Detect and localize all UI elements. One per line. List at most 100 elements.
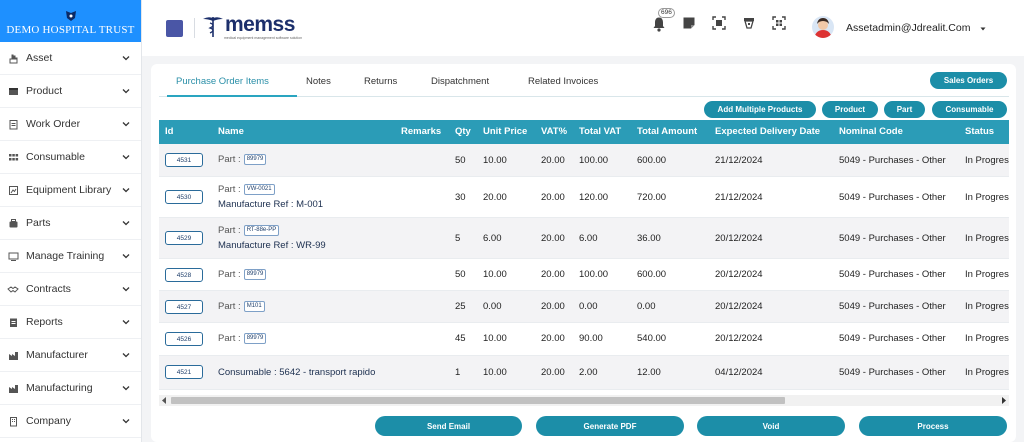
vat-percent: 20.00 <box>541 233 565 244</box>
horizontal-scrollbar[interactable] <box>159 395 1009 406</box>
barcode-scan-icon[interactable] <box>772 16 788 32</box>
sidebar-item-manage-training[interactable]: Manage Training <box>0 240 141 273</box>
column-header[interactable]: Total Amount <box>637 126 697 137</box>
column-header[interactable]: Name <box>218 126 244 137</box>
sidebar-item-label: Parts <box>26 217 51 229</box>
item-id-button[interactable]: 4530 <box>165 190 203 204</box>
nominal-code: 5049 - Purchases - Other <box>839 155 946 166</box>
item-id-button[interactable]: 4531 <box>165 153 203 167</box>
send-email-button[interactable]: Send Email <box>375 416 522 436</box>
scrollbar-thumb[interactable] <box>171 397 785 404</box>
process-button[interactable]: Process <box>859 416 1007 436</box>
sales-orders-button[interactable]: Sales Orders <box>930 72 1007 89</box>
add-multiple-products-button[interactable]: Add Multiple Products <box>704 101 816 118</box>
column-header[interactable]: Status <box>965 126 994 137</box>
column-header[interactable]: VAT% <box>541 126 567 137</box>
tab-purchase-order-items[interactable]: Purchase Order Items <box>176 76 269 87</box>
tab-returns[interactable]: Returns <box>364 76 397 87</box>
total-amount: 600.00 <box>637 269 667 280</box>
app-logo[interactable]: memss medical equipment management softw… <box>202 14 302 40</box>
item-id-button[interactable]: 4527 <box>165 300 203 314</box>
total-vat: 100.00 <box>579 155 609 166</box>
status: In Progress <box>965 269 1009 280</box>
factory-icon <box>6 381 20 395</box>
scroll-right-icon[interactable] <box>1000 396 1008 405</box>
brand-header[interactable]: DEMO HOSPITAL TRUST <box>0 0 141 42</box>
tab-related-invoices[interactable]: Related Invoices <box>528 76 598 87</box>
user-avatar[interactable] <box>812 16 834 38</box>
sidebar-item-consumable[interactable]: Consumable <box>0 141 141 174</box>
column-header[interactable]: Expected Delivery Date <box>715 126 820 137</box>
vat-percent: 20.00 <box>541 301 565 312</box>
add-part-button[interactable]: Part <box>884 101 925 118</box>
sidebar-item-manufacturer[interactable]: Manufacturer <box>0 339 141 372</box>
item-name: Part :89979 <box>218 154 267 165</box>
sidebar-item-manufacturing[interactable]: Manufacturing <box>0 372 141 405</box>
item-code-tag[interactable]: 89979 <box>243 269 267 280</box>
column-header[interactable]: Remarks <box>401 126 441 137</box>
table-row[interactable]: 4521 Consumable : 5642 - transport rapid… <box>159 356 1009 390</box>
table-row[interactable]: 4528 Part :89979 50 10.00 20.00 100.00 6… <box>159 259 1009 291</box>
generate-pdf-button[interactable]: Generate PDF <box>536 416 684 436</box>
qr-scan-icon[interactable] <box>712 16 728 32</box>
item-name: Part : M101 <box>218 301 265 312</box>
item-id-button[interactable]: 4528 <box>165 268 203 282</box>
table-row[interactable]: 4531 Part :89979 50 10.00 20.00 100.00 6… <box>159 144 1009 177</box>
vat-percent: 20.00 <box>541 155 565 166</box>
add-consumable-button[interactable]: Consumable <box>932 101 1007 118</box>
logo-tagline: medical equipment management software so… <box>224 36 303 40</box>
table-row[interactable]: 4527 Part : M101 25 0.00 20.00 0.00 0.00 … <box>159 291 1009 323</box>
total-vat: 0.00 <box>579 301 598 312</box>
table-row[interactable]: 4529 Part : RT-88e-PP Manufacture Ref : W… <box>159 218 1009 259</box>
sidebar-item-asset[interactable]: Asset <box>0 42 141 75</box>
caret-down-icon[interactable] <box>980 26 986 32</box>
column-header[interactable]: Nominal Code <box>839 126 903 137</box>
table-header: Id Name Remarks Qty Unit Price VAT% Tota… <box>159 120 1009 144</box>
sidebar-item-product[interactable]: Product <box>0 75 141 108</box>
items-table: Id Name Remarks Qty Unit Price VAT% Tota… <box>159 120 1009 396</box>
scanner-icon[interactable] <box>742 16 758 32</box>
void-button[interactable]: Void <box>697 416 845 436</box>
clipboard-icon <box>6 117 20 131</box>
sidebar-item-parts[interactable]: Parts <box>0 207 141 240</box>
notification-bell-icon[interactable]: 696 <box>652 8 675 32</box>
item-code-tag[interactable]: VW-0021 <box>243 184 275 195</box>
handshake-icon <box>6 282 20 296</box>
vat-percent: 20.00 <box>541 333 565 344</box>
manufacture-ref: Manufacture Ref : M-001 <box>218 199 324 210</box>
sidebar-item-company[interactable]: Company <box>0 405 141 438</box>
sidebar-item-equipment-library[interactable]: Equipment Library <box>0 174 141 207</box>
scroll-left-icon[interactable] <box>160 396 168 405</box>
column-header[interactable]: Unit Price <box>483 126 527 137</box>
item-id-button[interactable]: 4529 <box>165 231 203 245</box>
tab-dispatchment[interactable]: Dispatchment <box>431 76 489 87</box>
sidebar-item-label: Work Order <box>26 118 81 130</box>
chevron-down-icon <box>122 56 130 61</box>
item-code-tag[interactable]: 89979 <box>243 154 267 165</box>
column-header[interactable]: Qty <box>455 126 471 137</box>
user-email[interactable]: Assetadmin@Jdrealit.Com <box>846 22 970 34</box>
sidebar-item-reports[interactable]: Reports <box>0 306 141 339</box>
item-code-tag[interactable]: RT-88e-PP <box>243 225 280 236</box>
item-code-tag[interactable]: M101 <box>243 301 265 312</box>
hand-icon <box>6 51 20 65</box>
nominal-code: 5049 - Purchases - Other <box>839 192 946 203</box>
total-vat: 100.00 <box>579 269 609 280</box>
add-product-button[interactable]: Product <box>822 101 878 118</box>
sidebar-item-work-order[interactable]: Work Order <box>0 108 141 141</box>
item-id-button[interactable]: 4521 <box>165 365 203 379</box>
item-id-button[interactable]: 4526 <box>165 332 203 346</box>
column-header[interactable]: Id <box>165 126 173 137</box>
status: In Progress <box>965 333 1009 344</box>
sidebar-item-label: Company <box>26 415 71 427</box>
factory-icon <box>6 348 20 362</box>
chevron-down-icon <box>122 386 130 391</box>
menu-toggle-button[interactable] <box>166 20 183 37</box>
column-header[interactable]: Total VAT <box>579 126 621 137</box>
table-row[interactable]: 4526 Part :89979 45 10.00 20.00 90.00 54… <box>159 323 1009 356</box>
tab-notes[interactable]: Notes <box>306 76 331 87</box>
table-row[interactable]: 4530 Part : VW-0021 Manufacture Ref : M-0… <box>159 177 1009 218</box>
item-code-tag[interactable]: 89979 <box>243 333 267 344</box>
sticky-note-icon[interactable] <box>682 16 698 32</box>
sidebar-item-contracts[interactable]: Contracts <box>0 273 141 306</box>
